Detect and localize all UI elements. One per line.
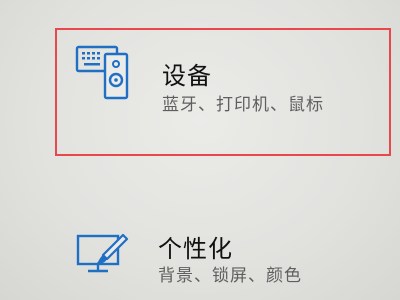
settings-tile-personalization[interactable]: 个性化 背景、锁屏、颜色	[55, 215, 395, 300]
personalization-title: 个性化	[158, 235, 233, 263]
personalization-subtitle: 背景、锁屏、颜色	[158, 266, 302, 286]
settings-screen: 设备 蓝牙、打印机、鼠标 个性化 背景、锁屏、颜色	[0, 0, 400, 300]
monitor-brush-icon	[76, 233, 129, 273]
highlight-box	[55, 28, 391, 156]
